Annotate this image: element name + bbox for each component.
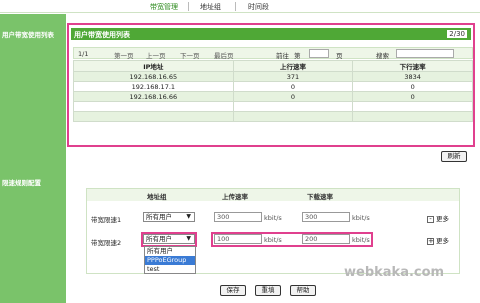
tab-divider <box>235 2 236 11</box>
table-row <box>73 111 473 122</box>
cell-up: 0 <box>232 91 354 102</box>
usage-table: IP地址 上行速率 下行速率 192.168.16.65 371 3834 19… <box>73 60 473 122</box>
page-indicator: 2/30 <box>447 30 467 38</box>
sidebar <box>0 14 66 303</box>
more-toggle[interactable]: + 更多 <box>427 235 449 245</box>
cell-ip <box>73 101 234 112</box>
more-toggle[interactable]: - 更多 <box>427 213 449 223</box>
cell-down <box>352 111 473 122</box>
download-rate-input[interactable]: 300 <box>302 212 350 222</box>
col-upload-rate: 上传速率 <box>222 193 248 201</box>
plus-icon: + <box>427 236 434 245</box>
rule-config-panel: 地址组 上传速率 下载速率 <box>86 188 460 274</box>
dropdown-option[interactable]: 所有用户 <box>145 247 195 256</box>
save-button[interactable]: 保存 <box>220 285 246 296</box>
cell-ip: 192.168.16.66 <box>73 91 234 102</box>
more-label: 更多 <box>436 215 449 223</box>
tab-address-group[interactable]: 地址组 <box>200 2 221 12</box>
upload-unit: kbit/s <box>264 236 282 244</box>
dropdown-option[interactable]: test <box>145 265 195 274</box>
search-label: 搜索 <box>376 52 389 60</box>
col-upload: 上行速率 <box>232 60 354 72</box>
pager: 1/1 第一页 上一页 下一页 最后页 前往 第 页 搜索 <box>73 47 473 60</box>
pager-prev-link[interactable]: 上一页 <box>146 50 166 60</box>
address-group-select[interactable]: 所有用户 ▼ <box>143 212 195 222</box>
pager-last-link[interactable]: 最后页 <box>214 50 234 60</box>
address-group-value: 所有用户 <box>146 235 172 243</box>
usage-list-panel: 用户带宽使用列表 2/30 1/1 第一页 上一页 下一页 最后页 前往 第 页… <box>67 23 475 147</box>
table-row <box>73 101 473 112</box>
upload-rate-input[interactable]: 300 <box>214 212 262 222</box>
cell-up <box>232 111 354 122</box>
usage-list-title: 用户带宽使用列表 <box>74 31 130 39</box>
tab-bandwidth[interactable]: 带宽管理 <box>150 2 178 12</box>
table-row: 192.168.16.65 371 3834 <box>73 71 473 82</box>
usage-list-header: 用户带宽使用列表 2/30 <box>71 28 471 40</box>
goto-page-suffix: 页 <box>336 52 343 60</box>
goto-label: 前往 <box>276 52 289 60</box>
minus-icon: - <box>427 215 434 223</box>
cell-down: 0 <box>352 81 473 92</box>
cell-down <box>352 101 473 112</box>
chevron-down-icon: ▼ <box>186 235 191 242</box>
rule-row-label: 带宽限速1 <box>91 216 122 224</box>
goto-page-label: 第 <box>294 52 301 60</box>
cell-up: 0 <box>232 81 354 92</box>
table-row: 192.168.17.1 0 0 <box>73 81 473 92</box>
dropdown-option-selected[interactable]: PPPoEGroup <box>145 256 195 265</box>
col-ip: IP地址 <box>73 60 234 72</box>
col-download-rate: 下载速率 <box>307 193 333 201</box>
tab-time-period[interactable]: 时间段 <box>248 2 269 12</box>
address-group-value: 所有用户 <box>146 213 172 221</box>
help-button[interactable]: 帮助 <box>290 285 316 296</box>
pager-first-link[interactable]: 第一页 <box>114 50 134 60</box>
top-nav: 带宽管理 地址组 时间段 <box>0 0 480 13</box>
address-group-dropdown: 所有用户 PPPoEGroup test <box>144 246 196 274</box>
cell-ip <box>73 111 234 122</box>
table-row: 192.168.16.66 0 0 <box>73 91 473 102</box>
sidebar-label-rule-config: 限速规则配置 <box>2 179 41 187</box>
chevron-down-icon: ▼ <box>186 213 191 220</box>
download-rate-input[interactable]: 200 <box>302 234 350 244</box>
refresh-button[interactable]: 刷新 <box>441 151 467 162</box>
col-download: 下行速率 <box>352 60 473 72</box>
download-unit: kbit/s <box>352 236 370 244</box>
pager-next-link[interactable]: 下一页 <box>180 50 200 60</box>
search-input[interactable] <box>396 49 454 58</box>
pager-current: 1/1 <box>78 50 89 58</box>
upload-unit: kbit/s <box>264 214 282 222</box>
upload-rate-input[interactable]: 100 <box>214 234 262 244</box>
tab-divider <box>188 2 189 11</box>
download-unit: kbit/s <box>352 214 370 222</box>
rule-config-header: 地址组 上传速率 下载速率 <box>87 189 459 201</box>
table-header-row: IP地址 上行速率 下行速率 <box>73 60 473 72</box>
cell-down: 0 <box>352 91 473 102</box>
cell-ip: 192.168.17.1 <box>73 81 234 92</box>
cell-down: 3834 <box>352 71 473 82</box>
cell-up: 371 <box>232 71 354 82</box>
goto-page-input[interactable] <box>309 49 329 58</box>
cell-up <box>232 101 354 112</box>
reset-button[interactable]: 重填 <box>255 285 281 296</box>
cell-ip: 192.168.16.65 <box>73 71 234 82</box>
sidebar-label-usage-list: 用户带宽使用列表 <box>2 31 54 39</box>
rule-row-label: 带宽限速2 <box>91 239 122 247</box>
more-label: 更多 <box>436 237 449 245</box>
address-group-select[interactable]: 所有用户 ▼ <box>143 234 195 244</box>
watermark: webkaka.com <box>344 265 445 280</box>
col-address-group: 地址组 <box>147 193 167 201</box>
